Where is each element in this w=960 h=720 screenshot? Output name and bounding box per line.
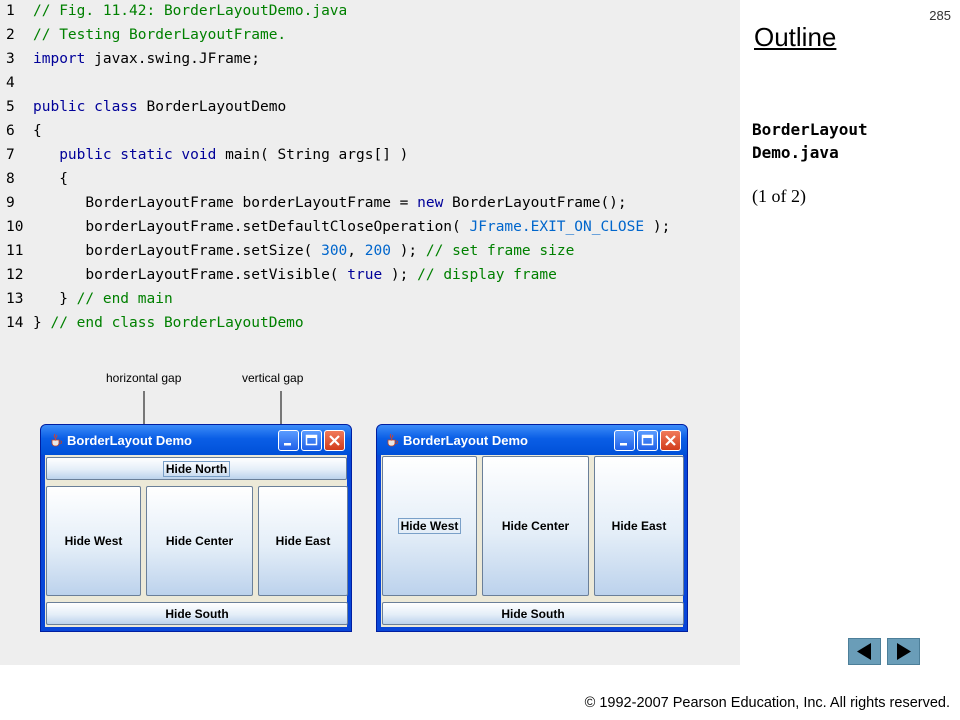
hide-east-button[interactable]: Hide East [594,456,684,596]
hide-south-button[interactable]: Hide South [382,602,684,625]
minimize-icon [284,443,291,446]
hide-east-label: Hide East [611,519,667,533]
minimize-button[interactable] [614,430,635,451]
maximize-button[interactable] [301,430,322,451]
prev-slide-button[interactable] [848,638,881,665]
close-button[interactable] [324,430,345,451]
maximize-icon [641,434,654,446]
java-cup-icon [387,433,399,447]
hide-west-button[interactable]: Hide West [382,456,477,596]
hide-east-label: Hide East [275,534,331,548]
hide-south-label: Hide South [165,606,229,621]
close-button[interactable] [660,430,681,451]
window-title: BorderLayout Demo [67,433,192,448]
copyright-notice: © 1992-2007 Pearson Education, Inc. All … [584,695,950,711]
hide-center-label: Hide Center [501,519,570,533]
borderlayout-window-2: BorderLayout Demo Hide West Hide Center … [376,424,688,632]
next-arrow-icon [897,643,911,660]
title-bar[interactable]: BorderLayout Demo [41,425,351,455]
title-bar[interactable]: BorderLayout Demo [377,425,687,455]
maximize-button[interactable] [637,430,658,451]
content-pane: Hide North Hide West Hide Center Hide Ea… [45,455,348,627]
close-icon [665,435,676,446]
window-title: BorderLayout Demo [403,433,528,448]
content-pane: Hide West Hide Center Hide East Hide Sou… [381,455,684,627]
hide-west-button[interactable]: Hide West [46,486,141,596]
hide-south-label: Hide South [501,606,565,621]
hide-center-label: Hide Center [165,534,234,548]
hide-north-label: Hide North [162,460,231,477]
hide-center-button[interactable]: Hide Center [482,456,589,596]
java-cup-icon [51,433,63,447]
hide-west-label: Hide West [397,518,462,534]
hide-north-button[interactable]: Hide North [46,457,347,480]
borderlayout-window-1: BorderLayout Demo Hide North Hide West H… [40,424,352,632]
prev-arrow-icon [857,643,871,660]
next-slide-button[interactable] [887,638,920,665]
minimize-button[interactable] [278,430,299,451]
hide-center-button[interactable]: Hide Center [146,486,253,596]
hide-west-label: Hide West [64,534,123,548]
maximize-icon [305,434,318,446]
hide-south-button[interactable]: Hide South [46,602,348,625]
close-icon [329,435,340,446]
minimize-icon [620,443,627,446]
hide-east-button[interactable]: Hide East [258,486,348,596]
